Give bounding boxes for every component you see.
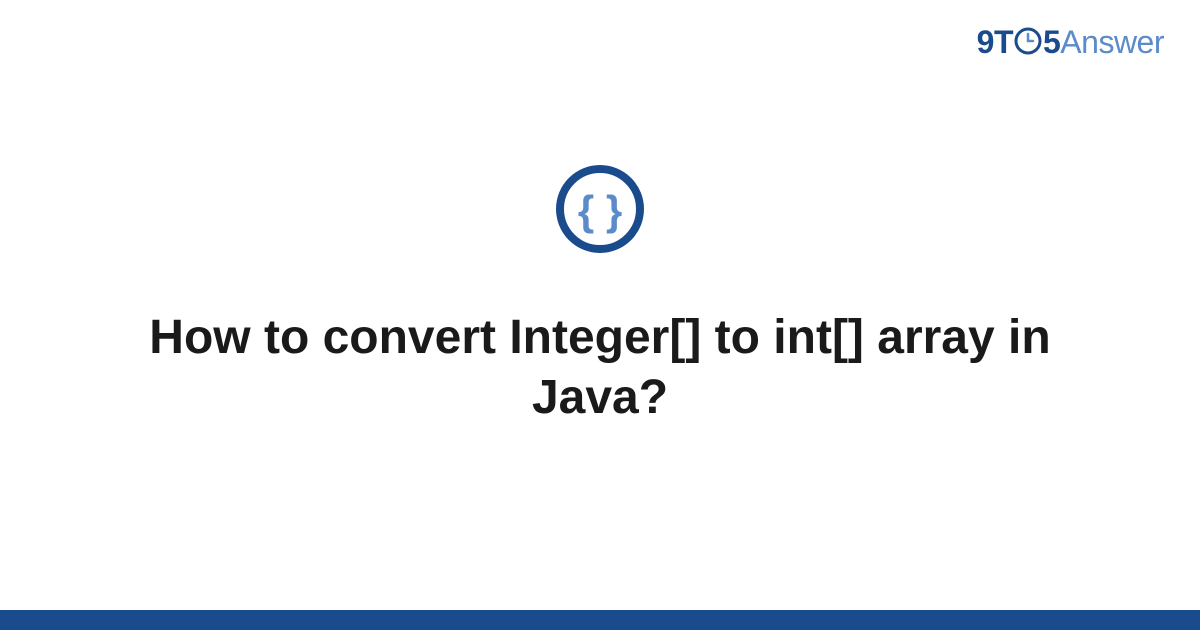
question-title: How to convert Integer[] to int[] array … [120, 308, 1080, 428]
footer-bar [0, 610, 1200, 630]
svg-text:{ }: { } [578, 187, 622, 234]
code-braces-icon: { } [554, 163, 646, 260]
main-content: { } How to convert Integer[] to int[] ar… [0, 0, 1200, 610]
